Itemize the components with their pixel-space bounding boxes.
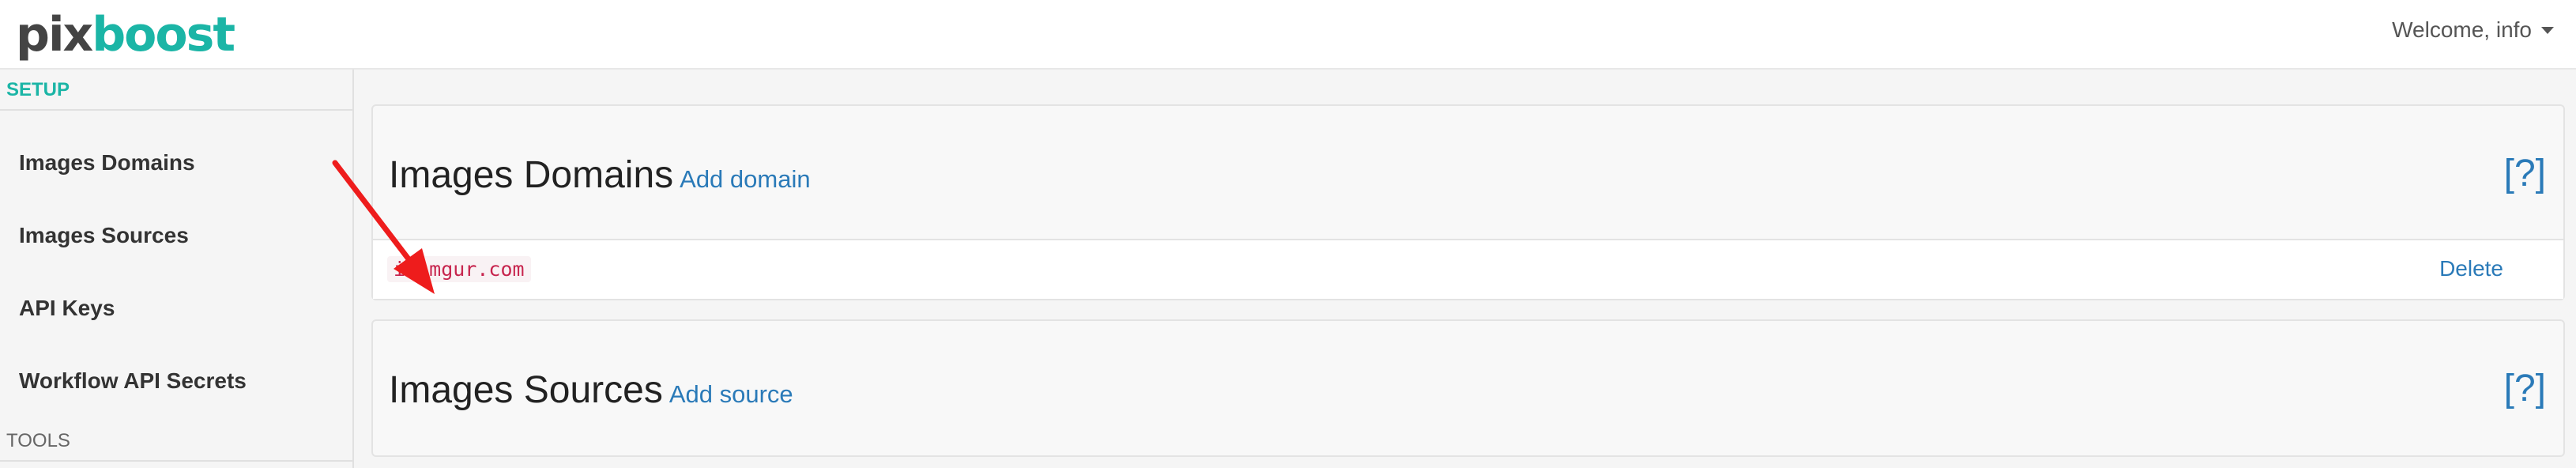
help-link[interactable]: [?]: [2504, 152, 2546, 195]
sidebar-heading-tools: TOOLS: [0, 421, 352, 462]
logo-text-boost: boost: [92, 7, 235, 62]
add-domain-link[interactable]: Add domain: [680, 165, 810, 194]
images-domains-panel: Images Domains Add domain [?] i.imgur.co…: [371, 104, 2565, 300]
help-link[interactable]: [?]: [2504, 367, 2546, 410]
add-source-link[interactable]: Add source: [669, 380, 793, 409]
pixboost-logo[interactable]: pix boost: [16, 2, 235, 68]
panel-header: Images Sources Add source [?]: [373, 321, 2563, 455]
sidebar-item-api-keys[interactable]: API Keys: [19, 296, 115, 321]
panel-title-group: Images Domains Add domain: [389, 153, 811, 197]
logo-text-pix: pix: [16, 7, 93, 62]
top-navbar: pix boost Welcome, info: [0, 0, 2576, 70]
panel-header: Images Domains Add domain [?]: [373, 106, 2563, 240]
panel-title-group: Images Sources Add source: [389, 368, 793, 412]
domain-value: i.imgur.com: [387, 256, 531, 282]
delete-button[interactable]: Delete: [2439, 256, 2503, 281]
panel-title: Images Sources: [389, 369, 663, 411]
caret-down-icon: [2541, 26, 2554, 34]
sidebar-item-workflow-api-secrets[interactable]: Workflow API Secrets: [19, 368, 247, 394]
user-menu-toggle[interactable]: Welcome, info: [2392, 17, 2554, 43]
sidebar-heading-setup: SETUP: [0, 70, 352, 111]
main-content: Images Domains Add domain [?] i.imgur.co…: [354, 70, 2576, 468]
images-sources-panel: Images Sources Add source [?]: [371, 319, 2565, 457]
table-row: i.imgur.com Delete: [373, 240, 2563, 299]
welcome-label: Welcome, info: [2392, 17, 2532, 42]
sidebar-item-images-domains[interactable]: Images Domains: [19, 150, 195, 176]
panel-title: Images Domains: [389, 154, 674, 196]
sidebar-item-images-sources[interactable]: Images Sources: [19, 223, 189, 248]
sidebar: SETUP Images Domains Images Sources API …: [0, 70, 354, 468]
